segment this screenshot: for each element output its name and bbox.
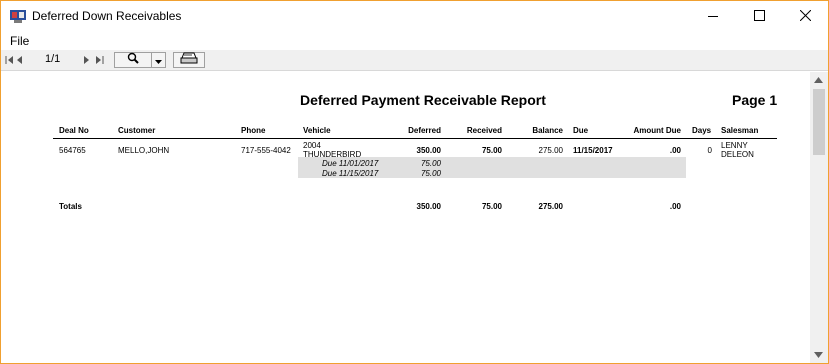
report-title: Deferred Payment Receivable Report [300, 92, 546, 108]
totals-deferred: 350.00 [416, 202, 441, 211]
row-amount-due: .00 [669, 146, 681, 155]
row-phone: 717-555-4042 [241, 146, 291, 155]
row-vehicle-year: 2004 [303, 141, 321, 150]
minimize-icon [708, 8, 718, 26]
row-days: 0 [707, 146, 712, 155]
first-page-button[interactable] [4, 52, 14, 68]
col-header-deferred: Deferred [408, 126, 441, 135]
row-salesman-last: DELEON [721, 150, 754, 159]
zoom-button[interactable] [114, 52, 152, 68]
page-indicator: 1/1 [45, 53, 61, 65]
col-header-received: Received [466, 126, 502, 135]
due-line-amount: 75.00 [420, 159, 441, 168]
report-window: Deferred Down Receivables File 1/1 Defer… [0, 0, 829, 364]
row-salesman-first: LENNY [721, 141, 748, 150]
col-header-amount-due: Amount Due [633, 126, 681, 135]
row-vehicle-model: THUNDERBIRD [303, 150, 362, 159]
app-icon [10, 10, 26, 23]
totals-balance: 275.00 [538, 202, 563, 211]
report-viewer[interactable]: Deferred Payment Receivable Report Page … [2, 72, 810, 363]
col-header-due: Due [573, 126, 589, 135]
menu-file[interactable]: File [10, 34, 29, 48]
totals-received: 75.00 [481, 202, 502, 211]
minimize-button[interactable] [690, 1, 736, 32]
next-page-icon [83, 51, 89, 69]
printer-icon [180, 51, 198, 69]
scroll-up-arrow-icon[interactable] [814, 76, 823, 85]
due-line-label: Due 11/15/2017 [322, 169, 379, 178]
maximize-icon [753, 8, 765, 26]
menu-bar: File [1, 32, 828, 50]
totals-amount-due: .00 [669, 202, 681, 211]
first-page-icon [5, 51, 14, 69]
title-bar[interactable]: Deferred Down Receivables [1, 1, 828, 32]
col-header-balance: Balance [532, 126, 563, 135]
last-page-icon [95, 51, 104, 69]
window-title: Deferred Down Receivables [32, 9, 182, 23]
scrollbar-thumb[interactable] [813, 89, 825, 155]
prev-page-icon [17, 51, 23, 69]
col-header-vehicle: Vehicle [303, 126, 331, 135]
col-header-deal-no: Deal No [59, 126, 89, 135]
row-received: 75.00 [481, 146, 502, 155]
prev-page-button[interactable] [15, 52, 25, 68]
row-balance: 275.00 [538, 146, 563, 155]
zoom-icon [127, 51, 139, 69]
row-due: 11/15/2017 [573, 146, 613, 155]
report-page-label: Page 1 [732, 92, 778, 108]
row-deferred: 350.00 [416, 146, 441, 155]
scroll-down-arrow-icon[interactable] [814, 351, 823, 360]
col-header-phone: Phone [241, 126, 266, 135]
close-button[interactable] [782, 1, 828, 32]
zoom-dropdown-button[interactable] [151, 52, 166, 68]
col-header-salesman: Salesman [721, 126, 759, 135]
due-line-label: Due 11/01/2017 [322, 159, 379, 168]
last-page-button[interactable] [93, 52, 105, 68]
dropdown-arrow-icon [155, 51, 162, 69]
maximize-button[interactable] [736, 1, 782, 32]
row-customer: MELLO,JOHN [118, 146, 170, 155]
col-header-days: Days [692, 126, 712, 135]
row-deal-no: 564765 [59, 146, 86, 155]
report-toolbar: 1/1 [1, 50, 828, 71]
totals-label: Totals [59, 202, 82, 211]
next-page-button[interactable] [81, 52, 91, 68]
due-line-amount: 75.00 [420, 169, 441, 178]
vertical-scrollbar[interactable] [810, 72, 828, 363]
col-header-customer: Customer [118, 126, 156, 135]
header-rule [53, 138, 777, 139]
close-icon [799, 8, 811, 26]
print-button[interactable] [173, 52, 205, 68]
